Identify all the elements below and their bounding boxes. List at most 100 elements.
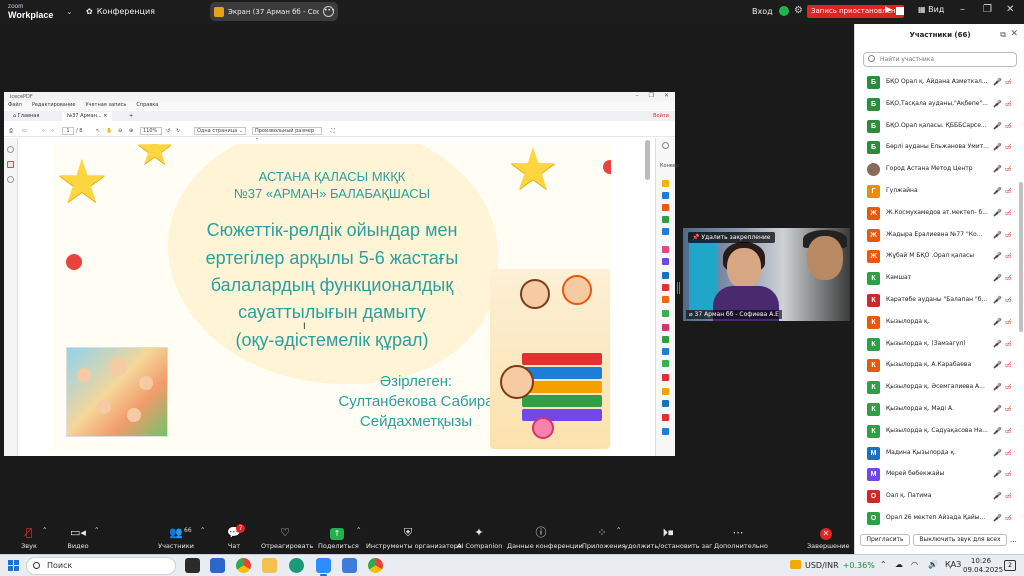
more-options-button[interactable]: ... [1010,536,1017,544]
chevron-up-icon[interactable]: ⌃ [880,560,887,569]
camera-off-icon[interactable]: ▭̸ [1005,405,1012,413]
pdf-scrollbar[interactable] [645,140,650,180]
speaker-icon[interactable]: 🔊 [928,560,938,569]
chrome-icon[interactable] [368,558,383,573]
chevron-down-icon[interactable]: ⌄ [66,7,73,16]
stop-icon[interactable] [896,7,904,15]
convert-tool-icon[interactable] [662,336,669,343]
mic-muted-icon[interactable]: 🎤̸ [993,361,1002,369]
mic-muted-icon[interactable]: 🎤̸ [993,427,1002,435]
chevron-up-icon[interactable]: ⌃ [200,526,205,534]
participants-button[interactable]: 👥 Участники 66 [158,526,194,550]
participant-row[interactable]: М Мадина Қызылорда қ. 🎤̸ ▭̸ [855,443,1017,465]
menu-file[interactable]: Файл [8,102,22,109]
convert-tool-icon[interactable] [662,228,669,235]
pinned-video[interactable]: 📌 Удалить закрепление ⌀ 37 Арман бб - Со… [683,228,850,321]
participant-row[interactable]: Б БҚО,Тасқала ауданы,"Ақбөпе"... 🎤̸ ▭̸ [855,94,1017,116]
info-icon[interactable] [7,176,14,183]
cursor-tool-icon[interactable]: ↖ [96,127,100,135]
gear-icon[interactable]: ⚙ [794,5,803,16]
mic-muted-icon[interactable]: 🎤̸ [993,122,1002,130]
mic-muted-icon[interactable]: 🎤̸ [993,143,1002,151]
record-button[interactable]: ⏵⏹ удолжить/остановить запи [624,526,712,550]
mic-muted-icon[interactable]: 🎤̸ [993,340,1002,348]
app-icon[interactable] [342,558,357,573]
camera-off-icon[interactable]: ▭̸ [1005,383,1012,391]
chevron-up-icon[interactable]: ⌃ [356,526,361,534]
screen-share-indicator[interactable]: Экран (37 Арман бб - Софиева А ••• [210,2,338,21]
camera-off-icon[interactable]: ▭̸ [1005,492,1012,500]
minimize-icon[interactable]: – [960,4,965,15]
camera-off-icon[interactable]: ▭̸ [1005,274,1012,282]
camera-off-icon[interactable]: ▭̸ [1005,252,1012,260]
camera-off-icon[interactable]: ▭̸ [1005,231,1012,239]
app-icon[interactable] [210,558,225,573]
end-meeting-button[interactable]: ✕ Завершение [807,526,850,550]
react-button[interactable]: ♡ Отреагировать [261,526,313,550]
mic-muted-icon[interactable]: 🎤̸ [993,165,1002,173]
participant-row[interactable]: К Қызылорда қ. Мәді А. 🎤̸ ▭̸ [855,399,1017,421]
print-icon[interactable]: ⎙ [9,127,13,135]
rotate-left-icon[interactable]: ↺ [166,127,170,135]
menu-account[interactable]: Учетная запись [85,102,126,109]
mic-muted-icon[interactable]: 🎤̸ [993,231,1002,239]
convert-tool-icon[interactable] [662,284,669,291]
chevron-up-icon[interactable]: ⌃ [94,526,99,534]
convert-tool-icon[interactable] [662,324,669,331]
next-page-icon[interactable]: › [52,127,54,135]
tab-home[interactable]: ⌂ Главная [8,112,44,121]
pdf-file-icon[interactable] [7,161,14,168]
mic-muted-icon[interactable]: 🎤̸ [993,252,1002,260]
convert-tool-icon[interactable] [662,180,669,187]
convert-tool-icon[interactable] [662,348,669,355]
participant-row[interactable]: К Кызылорда қ. 🎤̸ ▭̸ [855,312,1017,334]
ai-companion-button[interactable]: ✦ AI Companion [457,526,502,550]
popout-icon[interactable]: ⧉ [1000,30,1006,40]
zoom-out-icon[interactable]: ⊖ [118,127,122,135]
camera-off-icon[interactable]: ▭̸ [1005,100,1012,108]
participant-row[interactable]: Город Астана Метод Центр 🎤̸ ▭̸ [855,159,1017,181]
camera-off-icon[interactable]: ▭̸ [1005,470,1012,478]
participant-row[interactable]: О Оал қ. Патима 🎤̸ ▭̸ [855,486,1017,508]
convert-tool-icon[interactable] [662,296,669,303]
mic-muted-icon[interactable]: 🎤̸ [993,405,1002,413]
participant-row[interactable]: Г Гулжайна 🎤̸ ▭̸ [855,181,1017,203]
shield-icon[interactable] [779,6,789,16]
signin-button[interactable]: Вход [752,7,773,16]
host-tools-button[interactable]: ⛨ Инструменты организатора [366,526,462,550]
app-icon[interactable] [185,558,200,573]
camera-off-icon[interactable]: ▭̸ [1005,514,1012,522]
rotate-right-icon[interactable]: ↻ [176,127,180,135]
participant-scrollbar[interactable] [1019,182,1023,332]
participant-row[interactable]: К Камшат 🎤̸ ▭̸ [855,268,1017,290]
chat-button[interactable]: 💬 Чат 7 [225,524,245,550]
participant-row[interactable]: Б БҚО Орал қ. Айдана Азметкал... 🎤̸ ▭̸ [855,72,1017,94]
mic-muted-icon[interactable]: 🎤̸ [993,383,1002,391]
tab-document[interactable]: №37 Арман... ✕ [62,112,113,121]
explorer-icon[interactable] [262,558,277,573]
restore-icon[interactable]: ❐ [649,92,654,99]
participant-row[interactable]: Ж Жұбай М БҚО .Орал қаласы 🎤̸ ▭̸ [855,246,1017,268]
camera-off-icon[interactable]: ▭̸ [1005,209,1012,217]
convert-tool-icon[interactable] [662,216,669,223]
participant-row[interactable]: К Қызылорда қ. (Замзагүл) 🎤̸ ▭̸ [855,334,1017,356]
drag-handle[interactable] [677,282,680,294]
mic-muted-icon[interactable]: 🎤̸ [993,296,1002,304]
participant-row[interactable]: Б БҚО.Орал қаласы. ҚБББСарсе... 🎤̸ ▭̸ [855,116,1017,138]
meeting-data-button[interactable]: ⓘ Данные конференции [507,526,583,550]
zoom-select[interactable]: 110% [140,127,162,135]
fullscreen-icon[interactable]: ⛶ [331,127,335,135]
camera-off-icon[interactable]: ▭̸ [1005,340,1012,348]
wifi-icon[interactable]: ◠ [911,560,918,569]
zoom-app-icon[interactable] [316,558,331,576]
menu-help[interactable]: Справка [136,102,158,109]
participant-row[interactable]: М Мерей бөбекжайы 🎤̸ ▭̸ [855,464,1017,486]
restore-icon[interactable]: ❐ [983,4,992,15]
mic-muted-icon[interactable]: 🎤̸ [993,274,1002,282]
participant-search-input[interactable]: Найти участника [863,52,1017,67]
camera-off-icon[interactable]: ▭̸ [1005,187,1012,195]
menu-edit[interactable]: Редактирование [32,102,76,109]
language-indicator[interactable]: ҚАЗ [945,560,961,569]
camera-off-icon[interactable]: ▭̸ [1005,296,1012,304]
edge-icon[interactable] [289,558,304,573]
